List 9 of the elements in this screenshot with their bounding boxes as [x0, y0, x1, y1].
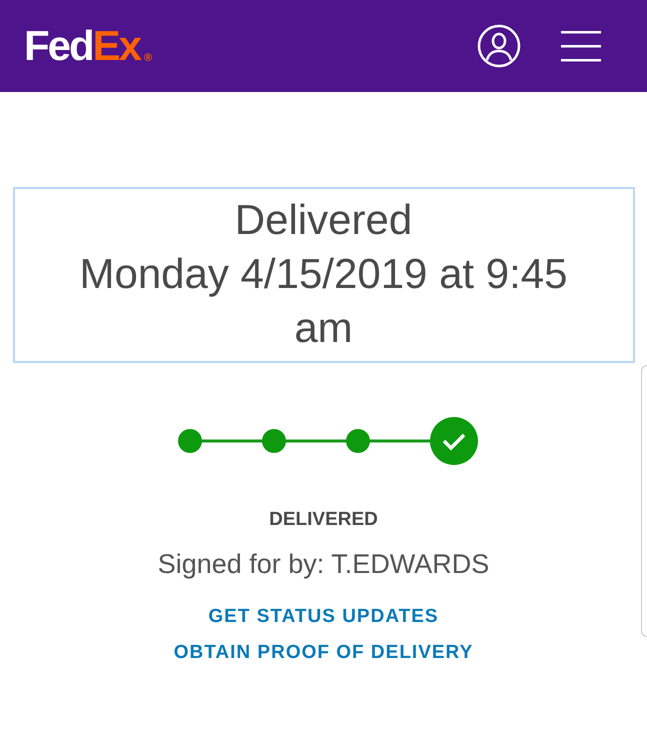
- delivery-status: Delivered: [234, 195, 414, 245]
- status-label: DELIVERED: [269, 509, 378, 531]
- account-icon[interactable]: [477, 24, 521, 68]
- fedex-logo[interactable]: FedEx®: [24, 22, 152, 70]
- signed-by-text: Signed for by: T.EDWARDS: [158, 549, 490, 580]
- menu-icon[interactable]: [561, 30, 601, 62]
- delivery-date: Monday 4/15/2019 at 9:45 am: [78, 249, 569, 353]
- action-link[interactable]: OBTAIN PROOF OF DELIVERY: [174, 642, 474, 664]
- action-link[interactable]: GET STATUS UPDATES: [208, 606, 439, 628]
